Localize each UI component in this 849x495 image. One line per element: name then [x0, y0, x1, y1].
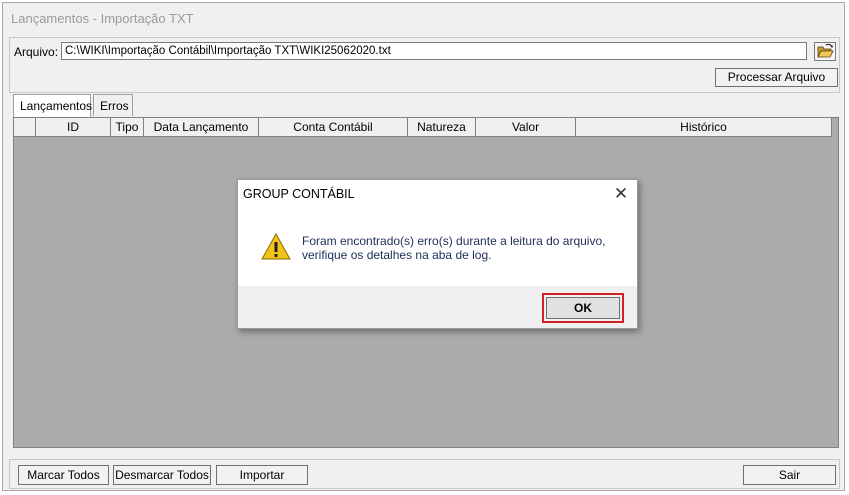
process-file-label: Processar Arquivo	[727, 70, 826, 84]
ok-button[interactable]: OK	[546, 297, 620, 319]
column-header-id[interactable]: ID	[36, 118, 111, 137]
dialog-message-line2: verifique os detalhes na aba de log.	[302, 248, 492, 262]
dialog-message: Foram encontrado(s) erro(s) durante a le…	[302, 234, 622, 262]
column-header-data[interactable]: Data Lançamento	[144, 118, 259, 137]
dialog-message-line1: Foram encontrado(s) erro(s) durante a le…	[302, 234, 606, 248]
column-header-conta[interactable]: Conta Contábil	[259, 118, 408, 137]
tab-lancamentos[interactable]: Lançamentos	[13, 94, 93, 117]
ok-highlight: OK	[542, 293, 624, 323]
browse-button[interactable]	[814, 42, 836, 61]
import-label: Importar	[239, 468, 285, 482]
exit-button[interactable]: Sair	[743, 465, 836, 485]
warning-icon	[261, 232, 291, 260]
action-bar: Marcar Todos Desmarcar Todos Importar Sa…	[9, 459, 840, 489]
file-path-input[interactable]	[61, 42, 807, 60]
tab-erros[interactable]: Erros	[93, 94, 133, 116]
column-header-historico[interactable]: Histórico	[576, 118, 832, 137]
exit-label: Sair	[778, 468, 801, 482]
dialog-title: GROUP CONTÁBIL	[243, 187, 355, 201]
tab-lancamentos-label: Lançamentos	[20, 99, 93, 113]
tab-erros-label: Erros	[100, 99, 129, 113]
process-file-button[interactable]: Processar Arquivo	[715, 68, 838, 87]
folder-open-icon	[817, 43, 834, 58]
title-bar: Lançamentos - Importação TXT	[3, 3, 844, 35]
column-header-valor[interactable]: Valor	[476, 118, 576, 137]
file-label: Arquivo:	[14, 45, 59, 59]
close-icon[interactable]: ✕	[610, 183, 632, 205]
deselect-all-label: Desmarcar Todos	[115, 468, 209, 482]
select-all-label: Marcar Todos	[27, 468, 100, 482]
grid-header: ID Tipo Data Lançamento Conta Contábil N…	[14, 118, 832, 137]
file-group: Arquivo: Processar Arquivo	[9, 37, 840, 93]
message-dialog: GROUP CONTÁBIL ✕ Foram encontrado(s) err…	[237, 179, 638, 329]
dialog-footer: OK	[238, 286, 637, 328]
column-header-tipo[interactable]: Tipo	[111, 118, 144, 137]
window-title: Lançamentos - Importação TXT	[11, 11, 194, 26]
import-button[interactable]: Importar	[216, 465, 308, 485]
column-header-select[interactable]	[14, 118, 36, 137]
column-header-natureza[interactable]: Natureza	[408, 118, 476, 137]
select-all-button[interactable]: Marcar Todos	[18, 465, 109, 485]
deselect-all-button[interactable]: Desmarcar Todos	[113, 465, 211, 485]
